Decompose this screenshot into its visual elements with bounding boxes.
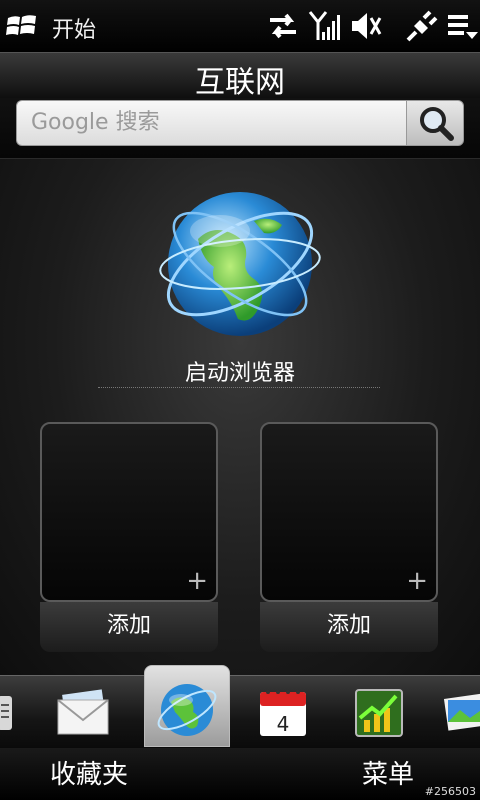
menu-tab-icon[interactable] [0,684,16,740]
search-button[interactable] [406,100,464,146]
photos-icon[interactable] [440,684,480,740]
title-bar: 互联网 [0,52,480,100]
internet-panel: 启动浏览器 + 添加 + 添加 [0,159,480,675]
favorite-tile-2[interactable]: + 添加 [260,422,438,652]
signal-icon [308,11,340,40]
watermark: #256503 [424,785,476,798]
windows-logo-icon[interactable] [6,12,38,40]
favorite-tile-1[interactable]: + 添加 [40,422,218,652]
divider [98,387,380,388]
calendar-day: 4 [277,712,290,736]
start-label[interactable]: 开始 [52,12,96,44]
launch-browser-label[interactable]: 启动浏览器 [0,355,480,387]
mail-icon[interactable] [54,684,114,740]
search-icon [420,107,454,141]
favorites-softkey[interactable]: 收藏夹 [50,754,128,791]
plus-icon: + [186,566,208,596]
plus-icon: + [406,566,428,596]
stocks-icon[interactable] [350,684,410,740]
search-bar: Google 搜索 [0,98,480,159]
calendar-icon[interactable]: 4 [254,684,314,740]
power-plug-icon [406,10,438,42]
globe-icon[interactable] [158,179,323,344]
menu-softkey[interactable]: 菜单 [362,754,414,791]
tab-dock: 4 [0,675,480,749]
softkey-bar: 收藏夹 菜单 #256503 [0,748,480,800]
tile-add-label[interactable]: 添加 [40,602,218,652]
page-title: 互联网 [195,65,285,100]
speaker-muted-icon [352,13,382,39]
tile-add-label[interactable]: 添加 [260,602,438,652]
menu-icon[interactable] [446,10,480,42]
tile-thumbnail[interactable]: + [40,422,218,602]
search-input[interactable]: Google 搜索 [16,100,406,146]
internet-globe-icon [157,684,217,736]
tab-internet-active[interactable] [144,665,230,747]
status-bar: 开始 [0,0,480,52]
tile-thumbnail[interactable]: + [260,422,438,602]
data-sync-icon [270,13,296,39]
